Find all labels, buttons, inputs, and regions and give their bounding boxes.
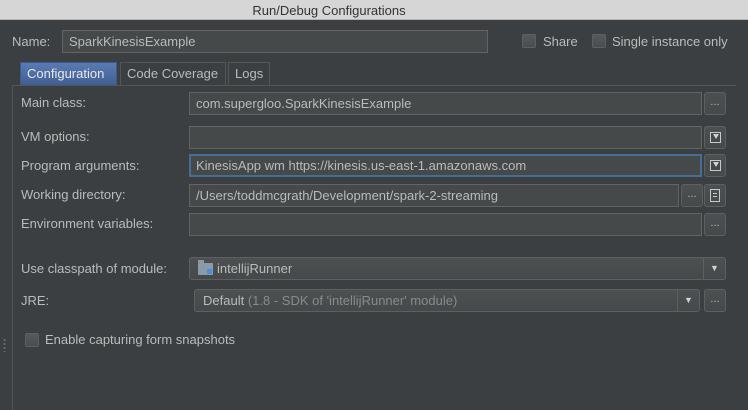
file-browse-icon [710,189,720,202]
working-directory-label: Working directory: [21,187,126,202]
tab-code-coverage[interactable]: Code Coverage [120,62,226,85]
title-bar: Run/Debug Configurations [0,0,748,20]
vm-options-expand-button[interactable] [704,126,726,149]
main-class-label: Main class: [21,95,87,110]
window-title: Run/Debug Configurations [252,3,406,18]
share-label: Share [543,34,578,49]
environment-variables-label: Environment variables: [21,216,154,231]
name-label: Name: [12,34,51,49]
vm-options-label: VM options: [21,129,90,144]
program-arguments-label: Program arguments: [21,158,140,173]
resize-grip-icon[interactable] [3,338,6,352]
single-instance-checkbox[interactable] [592,34,606,48]
insert-macro-icon [709,132,721,143]
vm-options-field[interactable] [189,126,702,149]
name-field[interactable]: SparkKinesisExample [62,30,488,53]
classpath-module-dropdown[interactable]: intellijRunner ▼ [189,257,726,280]
single-instance-label: Single instance only [612,34,728,49]
configuration-panel: Main class: com.supergloo.SparkKinesisEx… [12,85,736,410]
tab-logs[interactable]: Logs [228,62,270,85]
jre-detail: (1.8 - SDK of 'intellijRunner' module) [247,293,458,308]
chevron-down-icon: ▼ [703,258,725,279]
environment-variables-field[interactable] [189,213,702,236]
main-class-field[interactable]: com.supergloo.SparkKinesisExample [189,92,702,115]
tab-configuration[interactable]: Configuration [20,62,117,85]
program-arguments-expand-button[interactable] [704,154,726,177]
share-checkbox[interactable] [522,34,536,48]
environment-variables-edit-button[interactable]: ... [704,213,726,236]
jre-dropdown[interactable]: Default (1.8 - SDK of 'intellijRunner' m… [194,289,700,312]
working-directory-macro-button[interactable] [704,184,726,207]
jre-value: Default [203,293,245,308]
main-class-browse-button[interactable]: ... [704,92,726,115]
working-directory-browse-button[interactable]: ... [681,184,703,207]
module-folder-icon [198,260,213,275]
chevron-down-icon: ▼ [677,290,699,311]
classpath-module-label: Use classpath of module: [21,261,167,276]
left-edge [0,20,12,410]
insert-macro-icon [709,160,721,171]
snapshots-checkbox[interactable] [25,333,39,347]
jre-label: JRE: [21,293,50,308]
working-directory-field[interactable]: /Users/toddmcgrath/Development/spark-2-s… [189,184,679,207]
snapshots-label: Enable capturing form snapshots [45,332,236,347]
classpath-module-value: intellijRunner [217,261,293,276]
program-arguments-field[interactable]: KinesisApp wm https://kinesis.us-east-1.… [189,154,702,177]
jre-browse-button[interactable]: ... [704,289,726,312]
